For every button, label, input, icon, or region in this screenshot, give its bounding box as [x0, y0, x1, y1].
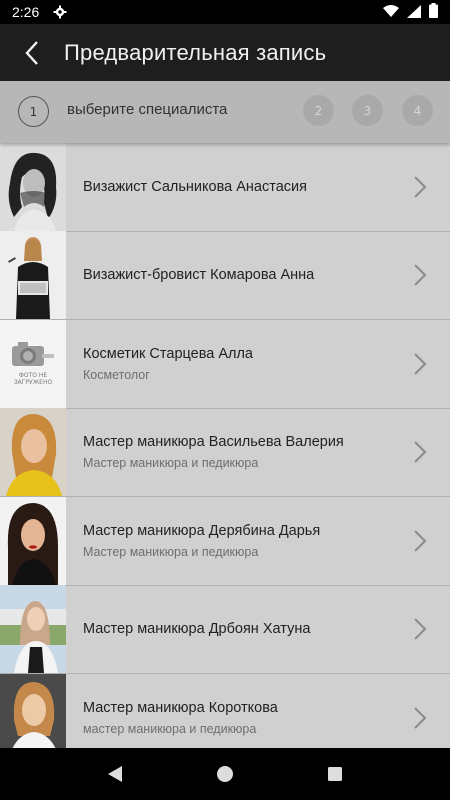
list-item[interactable]: Мастер маникюра Дрбоян Хатуна	[0, 585, 450, 674]
avatar	[0, 408, 66, 497]
no-photo-text: ФОТО НЕ ЗАГРУЖЕНО	[13, 371, 53, 386]
list-item[interactable]: ФОТО НЕ ЗАГРУЖЕНО Косметик Старцева Алла…	[0, 319, 450, 409]
nav-back-button[interactable]	[95, 754, 135, 794]
step-4: 4	[402, 95, 433, 126]
system-nav-bar	[0, 748, 450, 800]
chevron-right-icon	[400, 617, 440, 641]
chevron-right-icon	[400, 706, 440, 730]
status-time: 2:26	[12, 4, 40, 20]
specialist-role: Мастер маникюра и педикюра	[83, 456, 259, 471]
back-triangle-icon	[108, 766, 122, 782]
gear-icon	[53, 5, 67, 19]
avatar	[0, 231, 66, 320]
specialist-name: Косметик Старцева Алла	[83, 345, 253, 362]
list-item[interactable]: Визажист-бровист Комарова Анна	[0, 231, 450, 320]
avatar	[0, 585, 66, 674]
specialist-role: Мастер маникюра и педикюра	[83, 544, 259, 559]
list-item[interactable]: Мастер маникюра Короткова мастер маникюр…	[0, 673, 450, 748]
page-title: Предварительная запись	[64, 39, 327, 65]
recents-square-icon	[328, 767, 342, 781]
specialist-list: Визажист Сальникова Анастасия Визажист-б…	[0, 143, 450, 748]
signal-icon	[407, 3, 421, 22]
chevron-right-icon	[400, 175, 440, 199]
camera-icon	[0, 319, 66, 408]
avatar	[0, 496, 66, 585]
chevron-right-icon	[400, 529, 440, 553]
list-item[interactable]: Мастер маникюра Васильева Валерия Мастер…	[0, 408, 450, 497]
avatar-placeholder: ФОТО НЕ ЗАГРУЖЕНО	[0, 319, 66, 408]
specialist-name: Мастер маникюра Васильева Валерия	[83, 434, 344, 451]
step-current: 1	[18, 96, 49, 127]
avatar	[0, 143, 66, 231]
nav-home-button[interactable]	[205, 754, 245, 794]
specialist-name: Визажист-бровист Комарова Анна	[83, 267, 315, 284]
home-circle-icon	[217, 766, 233, 782]
chevron-right-icon	[400, 352, 440, 376]
status-bar: 2:26	[0, 0, 450, 24]
back-button[interactable]	[0, 24, 64, 81]
status-icons	[383, 2, 438, 22]
app-bar: Предварительная запись	[0, 24, 450, 81]
chevron-left-icon	[25, 40, 38, 65]
nav-recents-button[interactable]	[315, 754, 355, 794]
list-item[interactable]: Визажист Сальникова Анастасия	[0, 143, 450, 232]
wifi-icon	[383, 3, 399, 22]
specialist-name: Визажист Сальникова Анастасия	[83, 178, 307, 195]
avatar	[0, 673, 66, 748]
specialist-role: Косметолог	[83, 367, 150, 382]
specialist-role: мастер маникюра и педикюра	[83, 721, 257, 736]
specialist-name: Мастер маникюра Короткова	[83, 699, 278, 716]
chevron-right-icon	[400, 440, 440, 464]
chevron-right-icon	[400, 263, 440, 287]
specialist-name: Мастер маникюра Дрбоян Хатуна	[83, 621, 311, 638]
battery-icon	[429, 2, 438, 22]
step-3: 3	[352, 95, 383, 126]
specialist-name: Мастер маникюра Дерябина Дарья	[83, 522, 321, 539]
step-label: выберите специалиста	[67, 101, 228, 118]
list-item[interactable]: Мастер маникюра Дерябина Дарья Мастер ма…	[0, 496, 450, 586]
step-2: 2	[303, 95, 334, 126]
